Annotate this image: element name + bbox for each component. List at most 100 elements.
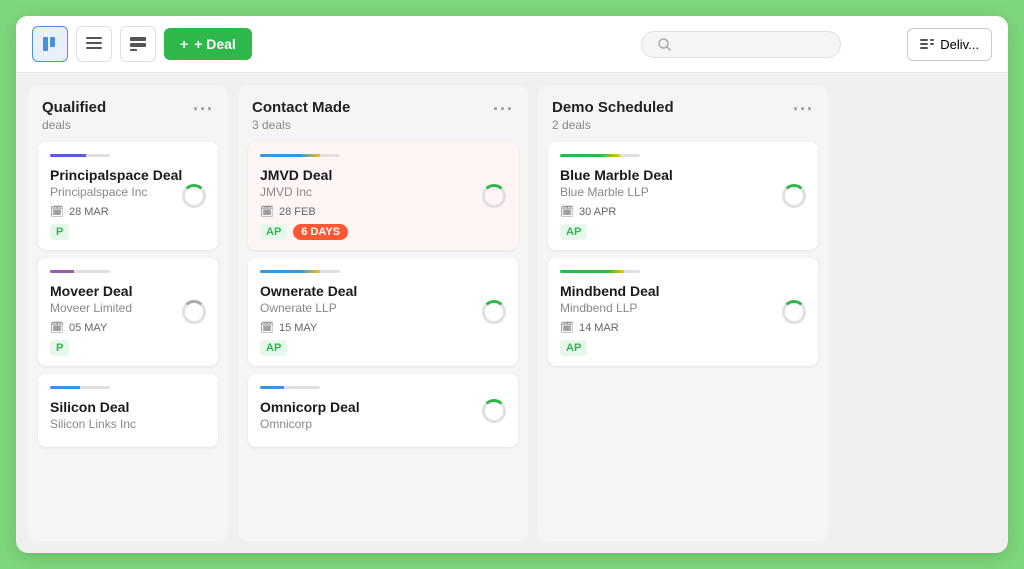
calendar-icon: 🗓	[260, 321, 274, 334]
card-jmvd-company: JMVD Inc	[260, 185, 506, 199]
column-contact-made-cards: JMVD Deal JMVD Inc 🗓 28 FEB AP 6 DAYS	[238, 138, 528, 541]
card-ownerate-footer: AP	[260, 340, 506, 356]
calendar-icon: 🗓	[50, 321, 64, 334]
card-ownerate-progress	[260, 270, 340, 273]
toolbar-search-area	[584, 31, 900, 58]
card-jmvd: JMVD Deal JMVD Inc 🗓 28 FEB AP 6 DAYS	[248, 142, 518, 250]
card-silicon-title: Silicon Deal	[50, 399, 206, 415]
card-mindbend-date: 🗓 14 MAR	[560, 321, 806, 334]
column-contact-made-header: Contact Made 3 deals ···	[238, 85, 528, 138]
card-blue-marble-title: Blue Marble Deal	[560, 167, 806, 183]
card-omnicorp-title: Omnicorp Deal	[260, 399, 506, 415]
card-moveer-progress	[50, 270, 110, 273]
column-demo-scheduled-title: Demo Scheduled	[552, 99, 674, 116]
calendar-icon: 🗓	[50, 205, 64, 218]
card-ownerate-title: Ownerate Deal	[260, 283, 506, 299]
column-qualified-subtitle: deals	[42, 118, 106, 132]
card-omnicorp-progress	[260, 386, 320, 389]
pipeline-board: Qualified deals ··· Principalspace Deal …	[16, 73, 1008, 553]
card-mindbend-tag: AP	[560, 340, 587, 356]
plus-icon: +	[180, 36, 188, 52]
card-omnicorp-company: Omnicorp	[260, 417, 506, 431]
card-ownerate-date: 🗓 15 MAY	[260, 321, 506, 334]
card-mindbend-title: Mindbend Deal	[560, 283, 806, 299]
column-demo-scheduled-subtitle: 2 deals	[552, 118, 674, 132]
spinner-circle	[782, 300, 806, 324]
card-silicon-progress	[50, 386, 110, 389]
card-moveer-title: Moveer Deal	[50, 283, 206, 299]
card-omnicorp-spinner	[482, 399, 506, 423]
column-demo-scheduled-title-area: Demo Scheduled 2 deals	[552, 99, 674, 132]
card-jmvd-date: 🗓 28 FEB	[260, 205, 506, 218]
card-jmvd-progress	[260, 154, 340, 157]
card-principalspace-spinner	[182, 184, 206, 208]
card-ownerate: Ownerate Deal Ownerate LLP 🗓 15 MAY AP	[248, 258, 518, 366]
card-ownerate-spinner	[482, 300, 506, 324]
column-demo-scheduled: Demo Scheduled 2 deals ··· Blue Marble D…	[538, 85, 828, 541]
column-contact-made-subtitle: 3 deals	[252, 118, 350, 132]
spinner-circle	[182, 184, 206, 208]
deliver-label: Deliv...	[940, 37, 979, 52]
card-silicon: Silicon Deal Silicon Links Inc	[38, 374, 218, 447]
card-blue-marble-date: 🗓 30 APR	[560, 205, 806, 218]
column-qualified-title-area: Qualified deals	[42, 99, 106, 132]
card-moveer-footer: P	[50, 340, 206, 356]
card-blue-marble-tag: AP	[560, 224, 587, 240]
column-qualified: Qualified deals ··· Principalspace Deal …	[28, 85, 228, 541]
column-qualified-header: Qualified deals ···	[28, 85, 228, 138]
column-demo-scheduled-header: Demo Scheduled 2 deals ···	[538, 85, 828, 138]
card-blue-marble-progress	[560, 154, 640, 157]
deliver-button[interactable]: Deliv...	[907, 28, 992, 61]
column-qualified-title: Qualified	[42, 99, 106, 116]
list-view-button[interactable]	[76, 26, 112, 62]
card-blue-marble: Blue Marble Deal Blue Marble LLP 🗓 30 AP…	[548, 142, 818, 250]
add-deal-button[interactable]: + + Deal	[164, 28, 252, 60]
card-mindbend: Mindbend Deal Mindbend LLP 🗓 14 MAR AP	[548, 258, 818, 366]
card-principalspace: Principalspace Deal Principalspace Inc 🗓…	[38, 142, 218, 250]
card-jmvd-days-badge: 6 DAYS	[293, 224, 348, 240]
card-blue-marble-footer: AP	[560, 224, 806, 240]
deliver-icon	[920, 37, 934, 51]
card-mindbend-footer: AP	[560, 340, 806, 356]
card-principalspace-tag: P	[50, 224, 69, 240]
card-omnicorp: Omnicorp Deal Omnicorp	[248, 374, 518, 447]
card-jmvd-spinner	[482, 184, 506, 208]
column-qualified-menu[interactable]: ···	[193, 99, 214, 120]
card-blue-marble-company: Blue Marble LLP	[560, 185, 806, 199]
calendar-icon: 🗓	[260, 205, 274, 218]
card-principalspace-title: Principalspace Deal	[50, 167, 206, 183]
search-icon	[658, 38, 671, 51]
card-moveer: Moveer Deal Moveer Limited 🗓 05 MAY P	[38, 258, 218, 366]
kanban-view-button[interactable]	[32, 26, 68, 62]
calendar-icon: 🗓	[560, 205, 574, 218]
column-demo-scheduled-menu[interactable]: ···	[793, 99, 814, 120]
column-contact-made: Contact Made 3 deals ··· JMVD Deal JMVD …	[238, 85, 528, 541]
add-deal-label: + Deal	[194, 36, 236, 52]
toolbar: + + Deal Deliv...	[16, 16, 1008, 73]
table-view-button[interactable]	[120, 26, 156, 62]
card-ownerate-tag: AP	[260, 340, 287, 356]
card-jmvd-title: JMVD Deal	[260, 167, 506, 183]
card-jmvd-tag: AP	[260, 224, 287, 240]
card-moveer-spinner	[182, 300, 206, 324]
calendar-icon: 🗓	[560, 321, 574, 334]
column-contact-made-title-area: Contact Made 3 deals	[252, 99, 350, 132]
column-contact-made-title: Contact Made	[252, 99, 350, 116]
app-container: + + Deal Deliv...	[16, 16, 1008, 553]
card-blue-marble-spinner	[782, 184, 806, 208]
card-ownerate-company: Ownerate LLP	[260, 301, 506, 315]
card-principalspace-footer: P	[50, 224, 206, 240]
card-mindbend-spinner	[782, 300, 806, 324]
spinner-circle	[482, 300, 506, 324]
card-principalspace-progress	[50, 154, 110, 157]
card-silicon-company: Silicon Links Inc	[50, 417, 206, 431]
spinner-circle	[482, 399, 506, 423]
search-bar[interactable]	[641, 31, 841, 58]
spinner-circle	[182, 300, 206, 324]
card-mindbend-company: Mindbend LLP	[560, 301, 806, 315]
column-contact-made-menu[interactable]: ···	[493, 99, 514, 120]
spinner-circle	[782, 184, 806, 208]
spinner-circle	[482, 184, 506, 208]
column-qualified-cards: Principalspace Deal Principalspace Inc 🗓…	[28, 138, 228, 541]
card-mindbend-progress	[560, 270, 640, 273]
